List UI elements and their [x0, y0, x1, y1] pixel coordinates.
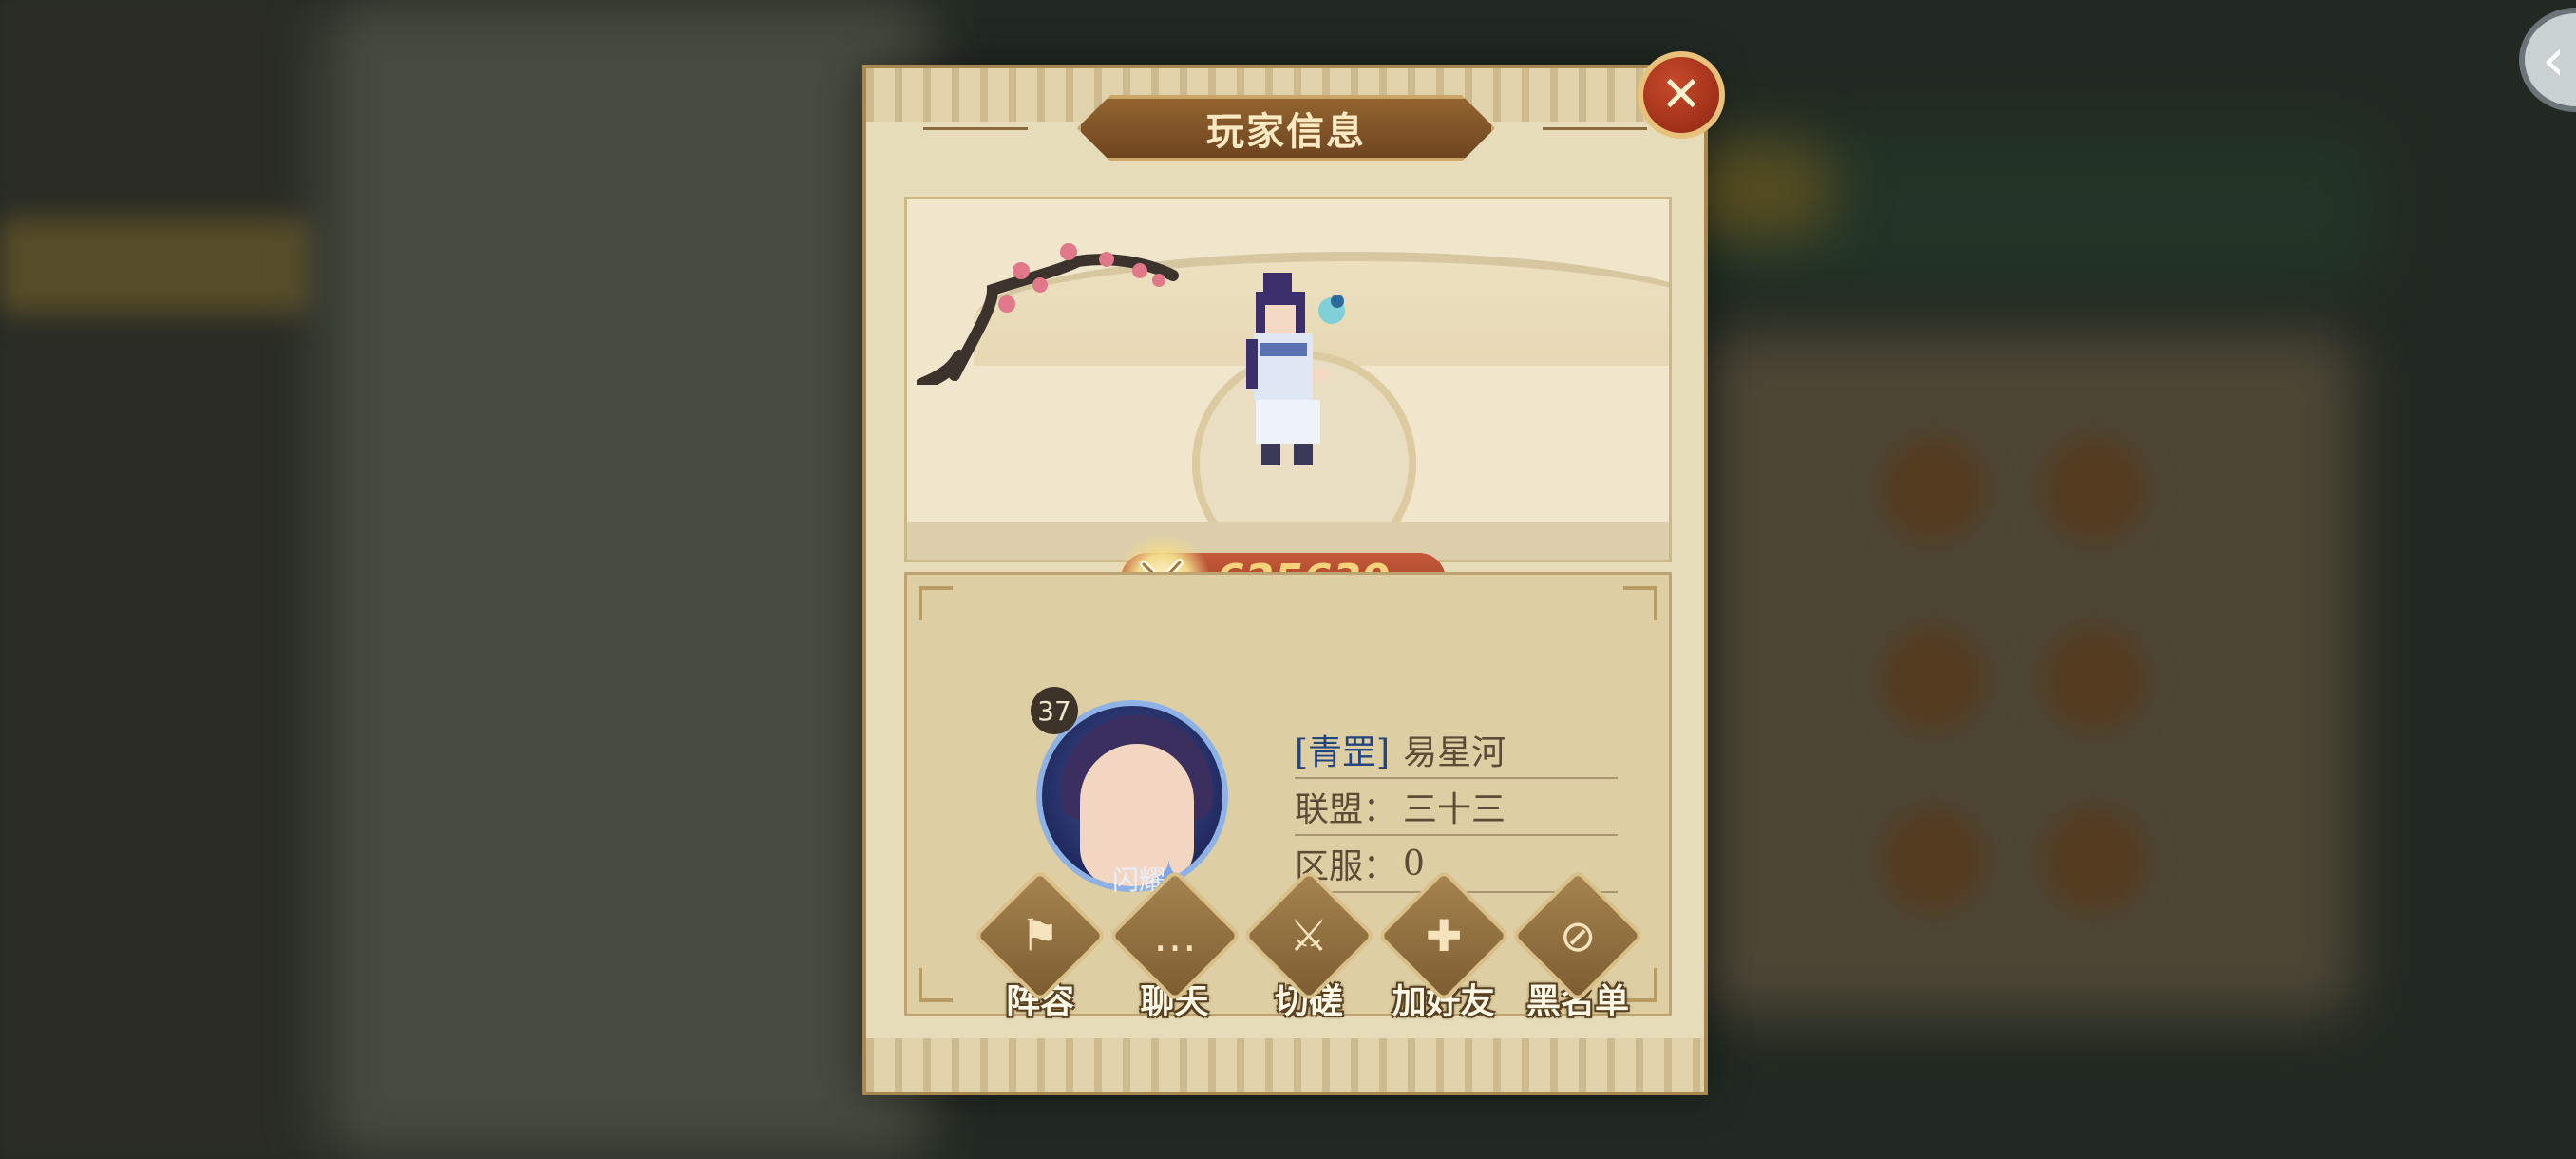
chat-glyph: …: [1152, 910, 1197, 961]
blacklist-glyph: ⊘: [1559, 909, 1597, 961]
flag-glyph: ⚑: [1020, 910, 1060, 961]
server-value: 0: [1403, 844, 1425, 884]
alliance-value: 三十三: [1403, 790, 1506, 829]
alliance-label: 联盟：: [1295, 790, 1398, 829]
player-info-dialog: 玩家信息 ✕ 625639: [862, 51, 1725, 1095]
action-buttons: ⚑ 阵容 … 聊天 ⚔ 切磋 ✚ 加好友 ⊘ 黑名单: [973, 868, 1645, 1023]
title-divider-right: [1543, 127, 1647, 130]
close-icon: ✕: [1660, 66, 1702, 124]
corner-ornament: [919, 586, 953, 620]
chevron-left-icon: ‹: [2542, 25, 2566, 94]
plum-branch-icon: [917, 243, 1179, 385]
add-friend-button[interactable]: ✚ 加好友: [1375, 868, 1511, 1023]
swords-glyph: ⚔: [1289, 910, 1329, 961]
title-banner: 玩家信息: [1077, 95, 1495, 162]
chat-bubble-icon: …: [1107, 868, 1242, 1003]
flag-icon: ⚑: [973, 868, 1108, 1003]
hero-sprite[interactable]: [1218, 273, 1351, 472]
alliance-row: 联盟： 三十三: [1295, 779, 1618, 836]
crossed-swords-icon: ⚔: [1241, 868, 1376, 1003]
corner-ornament: [919, 968, 953, 1002]
player-name-row: [青罡] 易星河: [1295, 722, 1618, 779]
close-button[interactable]: ✕: [1638, 51, 1725, 139]
corner-ornament: [1623, 586, 1657, 620]
add-friend-glyph: ✚: [1425, 909, 1462, 961]
player-name: 易星河: [1403, 733, 1506, 772]
player-details: [青罡] 易星河 联盟： 三十三 区服： 0: [1295, 722, 1618, 893]
chat-button[interactable]: … 聊天: [1107, 868, 1242, 1023]
title-divider-left: [923, 127, 1028, 130]
dialog-title: 玩家信息: [1206, 109, 1366, 154]
duel-button[interactable]: ⚔ 切磋: [1241, 868, 1376, 1023]
bottom-pattern-band: [866, 1038, 1704, 1092]
blacklist-button[interactable]: ⊘ 黑名单: [1510, 868, 1645, 1023]
player-info-panel: 37 ✦ 闪耀 [青罡] 易星河 联盟： 三十三 区服： 0 ⚑ 阵容 …: [904, 572, 1672, 1021]
rank-tag: [青罡]: [1295, 733, 1391, 772]
lineup-button[interactable]: ⚑ 阵容: [973, 868, 1108, 1023]
player-level-badge: 37: [1031, 687, 1078, 734]
